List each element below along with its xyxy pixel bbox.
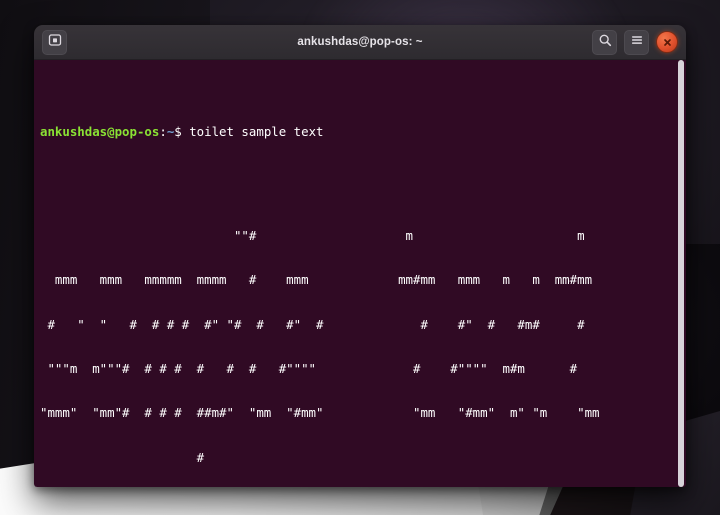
ascii-art-line: # " " # # # # #" "# # #" # # #" # #m# #: [40, 316, 585, 332]
terminal-window: ankushdas@pop-os: ~ ankushdas@pop-os:~$ …: [34, 25, 686, 487]
ascii-art-line: #: [40, 449, 205, 465]
hamburger-menu-icon: [630, 33, 644, 52]
search-icon: [598, 33, 612, 52]
search-button[interactable]: [592, 29, 617, 55]
terminal-content: ankushdas@pop-os:~$ toilet sample text "…: [40, 66, 686, 487]
window-titlebar[interactable]: ankushdas@pop-os: ~: [34, 25, 686, 60]
toilet-ascii-output: ""# m m mmm mmm mmmmm mmmm # mmm mm#mm m…: [40, 199, 686, 487]
ascii-art-line: """m m"""# # # # # # # #"""" # #"""" m#m…: [40, 360, 578, 376]
terminal-scrollbar[interactable]: [678, 60, 684, 487]
ascii-art-line: "mmm" "mm"# # # # ##m#" "mm "#mm" "mm "#…: [40, 405, 600, 421]
close-icon: [662, 37, 673, 48]
titlebar-controls: [592, 29, 678, 55]
wallpaper-shape-red: [392, 487, 482, 515]
typed-command: toilet sample text: [189, 124, 324, 140]
prompt-colon: :: [159, 124, 167, 140]
menu-button[interactable]: [624, 29, 649, 55]
terminal-scrollbar-thumb[interactable]: [678, 60, 684, 487]
prompt-user-host: ankushdas@pop-os: [40, 124, 160, 140]
ascii-art-line: mmm mmm mmmmm mmmm # mmm mm#mm mmm m m m…: [40, 272, 593, 288]
new-terminal-icon: [48, 33, 62, 52]
window-title: ankushdas@pop-os: ~: [297, 36, 423, 48]
prompt-dollar: $: [174, 124, 190, 140]
command-prompt-line: ankushdas@pop-os:~$ toilet sample text: [40, 124, 686, 140]
new-terminal-button[interactable]: [42, 29, 67, 55]
close-button[interactable]: [656, 31, 678, 53]
terminal-body[interactable]: ankushdas@pop-os:~$ toilet sample text "…: [34, 60, 686, 487]
ascii-art-line: ""# m m: [40, 227, 585, 243]
